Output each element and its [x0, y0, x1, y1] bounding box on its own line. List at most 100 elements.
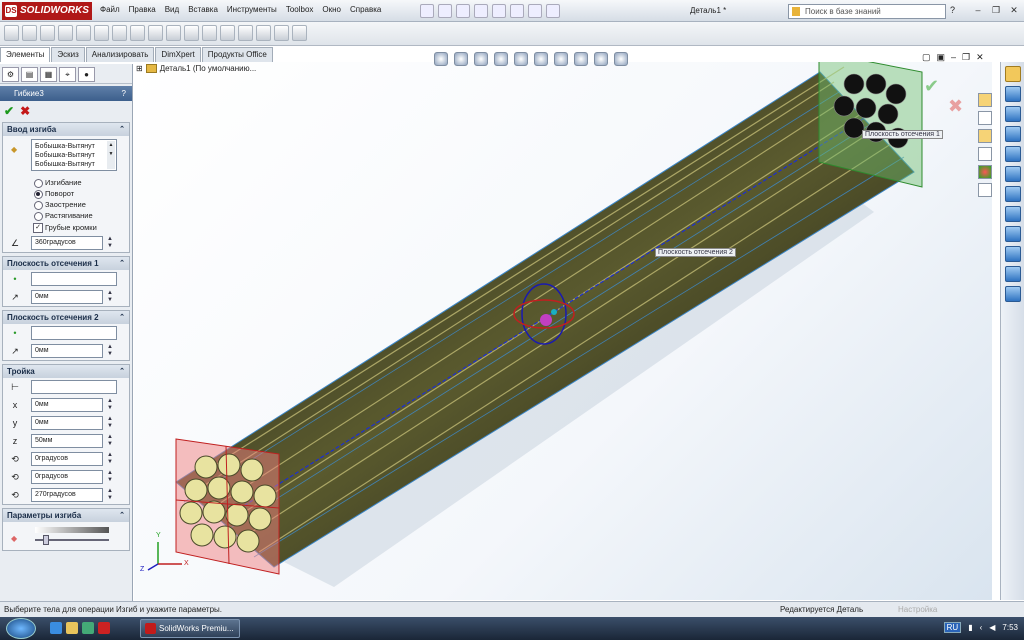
- language-indicator[interactable]: RU: [943, 622, 962, 633]
- instant3d-icon[interactable]: [292, 25, 307, 41]
- volume-icon[interactable]: ◀: [989, 623, 995, 632]
- tab-office-products[interactable]: Продукты Office: [201, 47, 273, 62]
- dimetric-view-icon[interactable]: [1004, 246, 1021, 262]
- list-scrollbar[interactable]: ▲ ▼: [107, 141, 115, 169]
- list-item[interactable]: Бобышка-Вытянут: [35, 160, 113, 169]
- trim-plane-1-offset-input[interactable]: 0мм: [31, 290, 103, 304]
- network-icon[interactable]: ▮: [968, 623, 972, 632]
- viewport-restore-icon[interactable]: ▢: [922, 52, 931, 63]
- section-header-triad[interactable]: Тройка ⌃: [3, 365, 129, 378]
- x-spinner[interactable]: ▲ ▼: [105, 398, 115, 412]
- collapse-icon[interactable]: ⌃: [119, 257, 125, 270]
- tab-sketch[interactable]: Эскиз: [51, 47, 85, 62]
- radio-twist[interactable]: Поворот: [3, 188, 129, 199]
- configuration-manager-tab-icon[interactable]: ▦: [40, 67, 57, 82]
- menu-item-toolbox[interactable]: Toolbox: [286, 5, 314, 14]
- reference-geometry-icon[interactable]: [256, 25, 271, 41]
- settings-status[interactable]: Настройка: [898, 602, 937, 617]
- section-header-trim-plane-2[interactable]: Плоскость отсечения 2 ⌃: [3, 311, 129, 324]
- feature-tree-tab-icon[interactable]: ⚙: [2, 67, 19, 82]
- zoom-area-icon[interactable]: [454, 52, 468, 66]
- save-icon[interactable]: [456, 4, 470, 18]
- solidworks-quick-icon[interactable]: [98, 622, 110, 634]
- section-header-trim-plane-1[interactable]: Плоскость отсечения 1 ⌃: [3, 257, 129, 270]
- tab-dimxpert[interactable]: DimXpert: [155, 47, 201, 62]
- ok-check-icon[interactable]: ✔: [4, 104, 14, 118]
- back-view-icon[interactable]: [1004, 106, 1021, 122]
- new-file-icon[interactable]: [420, 4, 434, 18]
- previous-view-icon[interactable]: [474, 52, 488, 66]
- graphics-viewport[interactable]: ⊞ Деталь1 (По умолчанию... X Y Z Плоскос…: [134, 52, 992, 600]
- appearances-icon[interactable]: [978, 165, 992, 179]
- file-explorer-icon[interactable]: [978, 129, 992, 143]
- triad-z-input[interactable]: 50мм: [31, 434, 103, 448]
- options-icon[interactable]: [546, 4, 560, 18]
- offset-spinner[interactable]: ▲ ▼: [105, 290, 115, 304]
- bottom-view-icon[interactable]: [1004, 186, 1021, 202]
- section-header-bend-params[interactable]: Параметры изгиба ⌃: [3, 509, 129, 522]
- radio-stretch[interactable]: Растягивание: [3, 210, 129, 221]
- rebuild-icon[interactable]: [528, 4, 542, 18]
- menu-item-view[interactable]: Вид: [165, 5, 179, 14]
- view-settings-icon[interactable]: [614, 52, 628, 66]
- start-button[interactable]: [6, 618, 36, 639]
- list-item[interactable]: Бобышка-Вытянут: [35, 142, 113, 151]
- minimize-icon[interactable]: –: [972, 4, 984, 16]
- select-icon[interactable]: [510, 4, 524, 18]
- draft-icon[interactable]: [166, 25, 181, 41]
- home-view-icon[interactable]: [1004, 66, 1021, 82]
- rz-spinner[interactable]: ▲ ▼: [105, 488, 115, 502]
- extrude-boss-icon[interactable]: [4, 25, 19, 41]
- collapse-icon[interactable]: ⌃: [119, 365, 125, 378]
- property-manager-tab-icon[interactable]: ▤: [21, 67, 38, 82]
- ry-spinner[interactable]: ▲ ▼: [105, 470, 115, 484]
- tab-features[interactable]: Элементы: [0, 47, 51, 62]
- media-icon[interactable]: [82, 622, 94, 634]
- viewport-close-icon[interactable]: ✕: [976, 52, 984, 63]
- loft-icon[interactable]: [58, 25, 73, 41]
- menu-item-help[interactable]: Справка: [350, 5, 381, 14]
- fillet-icon[interactable]: [112, 25, 127, 41]
- confirm-corner-ok-icon[interactable]: ✔: [924, 76, 939, 97]
- viewport-tile-icon[interactable]: ▣: [937, 52, 946, 63]
- view-orientation-icon[interactable]: [514, 52, 528, 66]
- design-library-icon[interactable]: [978, 111, 992, 125]
- sweep-icon[interactable]: [40, 25, 55, 41]
- mirror-icon[interactable]: [238, 25, 253, 41]
- tab-evaluate[interactable]: Анализировать: [85, 47, 155, 62]
- print-icon[interactable]: [474, 4, 488, 18]
- dome-icon[interactable]: [220, 25, 235, 41]
- help-button[interactable]: ?: [950, 5, 955, 15]
- menu-item-tools[interactable]: Инструменты: [227, 5, 277, 14]
- menu-item-window[interactable]: Окно: [322, 5, 341, 14]
- revolve-boss-icon[interactable]: [22, 25, 37, 41]
- curves-icon[interactable]: [274, 25, 289, 41]
- left-view-icon[interactable]: [1004, 126, 1021, 142]
- dimxpert-manager-tab-icon[interactable]: ⌖: [59, 67, 76, 82]
- isometric-view-icon[interactable]: [1004, 206, 1021, 222]
- triad-ry-input[interactable]: 0градусов: [31, 470, 103, 484]
- radio-bending[interactable]: Изгибание: [3, 177, 129, 188]
- revolve-cut-icon[interactable]: [94, 25, 109, 41]
- rough-edges-checkbox[interactable]: Грубые кромки: [3, 221, 129, 234]
- solidworks-logo[interactable]: DS SOLIDWORKS: [2, 2, 92, 20]
- edit-appearance-icon[interactable]: [574, 52, 588, 66]
- trimetric-view-icon[interactable]: [1004, 226, 1021, 242]
- angle-spinner[interactable]: ▲ ▼: [105, 236, 115, 250]
- clock[interactable]: 7:53: [1002, 623, 1018, 632]
- plane-2-callout[interactable]: Плоскость отсечения 2: [655, 248, 736, 257]
- shell-icon[interactable]: [184, 25, 199, 41]
- rx-spinner[interactable]: ▲ ▼: [105, 452, 115, 466]
- list-item[interactable]: Бобышка-Вытянут: [35, 151, 113, 160]
- collapse-icon[interactable]: ⌃: [119, 311, 125, 324]
- trim-plane-1-reference-input[interactable]: [31, 272, 117, 286]
- pattern-icon[interactable]: [130, 25, 145, 41]
- plane-1-callout[interactable]: Плоскость отсечения 1: [862, 130, 943, 139]
- triad-reference-input[interactable]: [31, 380, 117, 394]
- menu-item-insert[interactable]: Вставка: [188, 5, 218, 14]
- close-icon[interactable]: ✕: [1008, 4, 1020, 16]
- menu-item-edit[interactable]: Правка: [129, 5, 156, 14]
- top-view-icon[interactable]: [1004, 166, 1021, 182]
- hide-show-icon[interactable]: [554, 52, 568, 66]
- undo-icon[interactable]: [492, 4, 506, 18]
